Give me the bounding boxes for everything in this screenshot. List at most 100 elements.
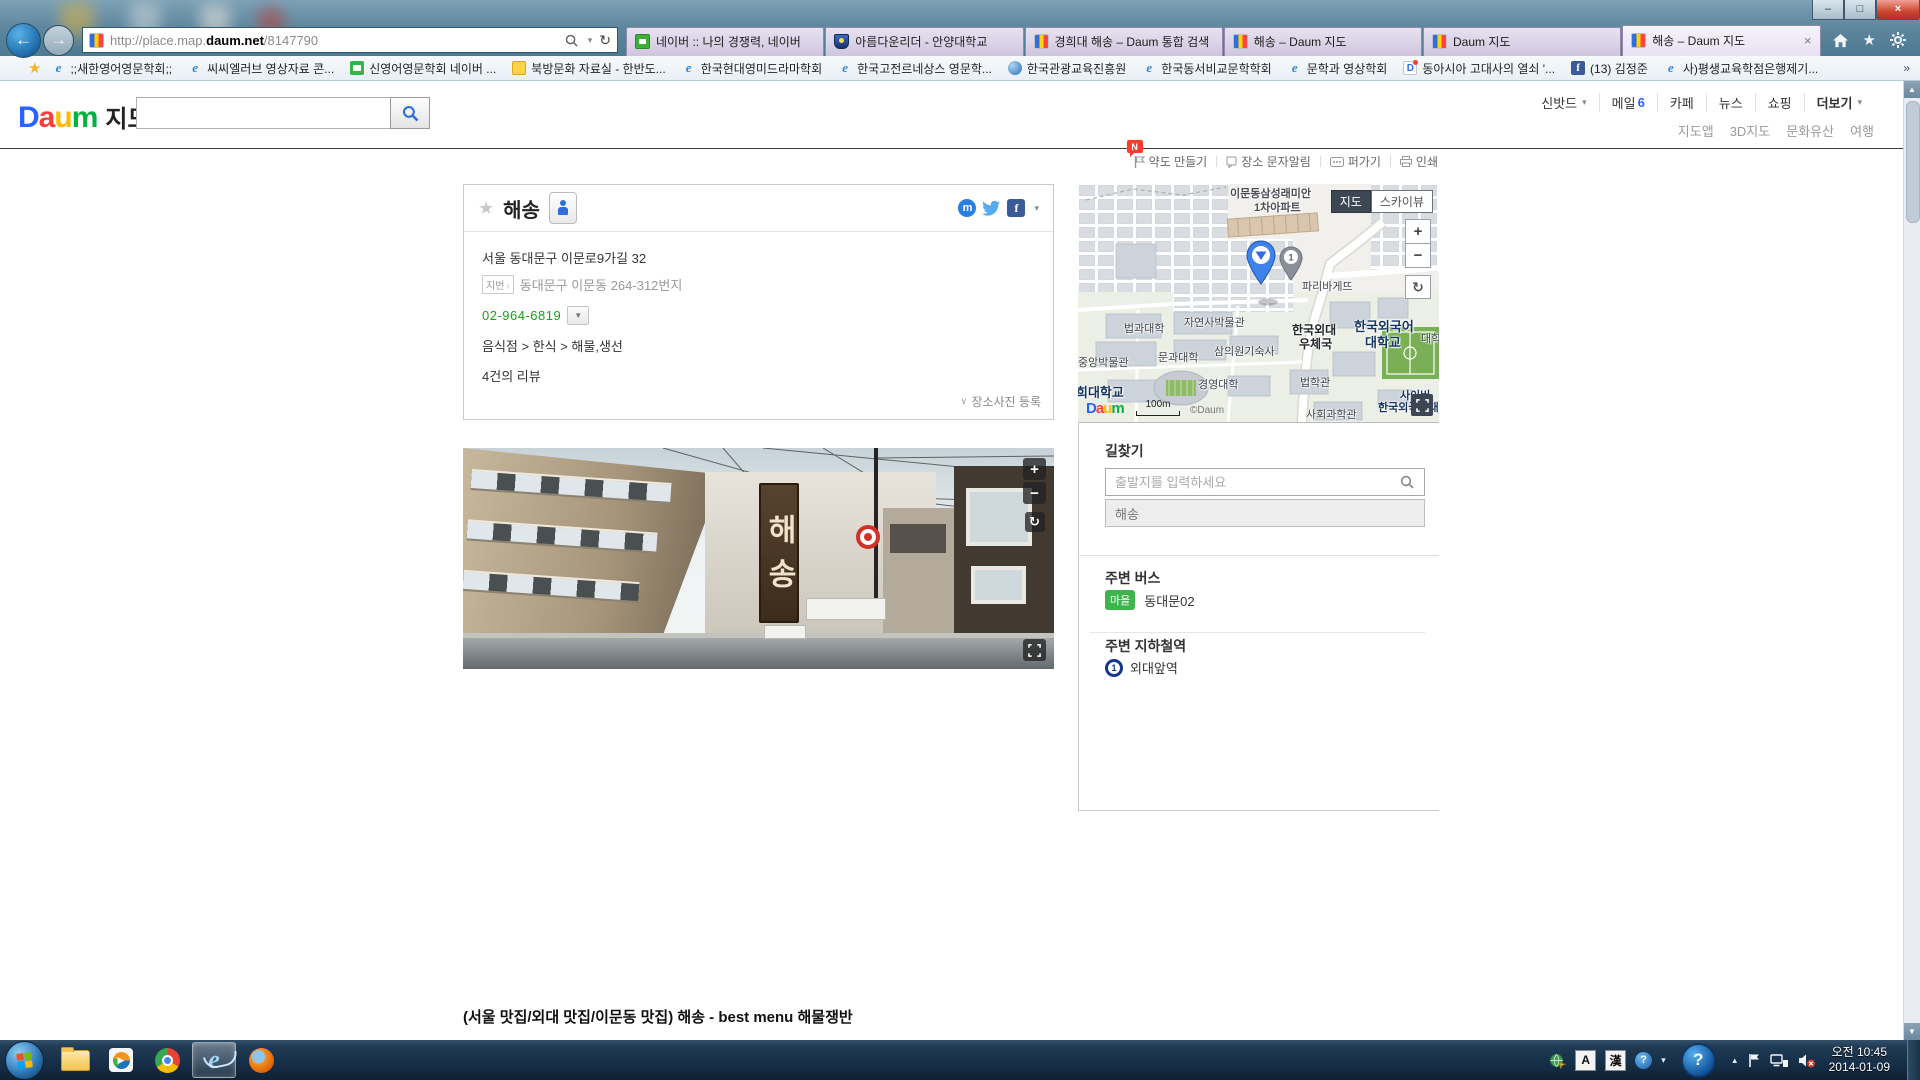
map-fullscreen-button[interactable]: [1411, 394, 1433, 416]
bus-route-name[interactable]: 동대문02: [1144, 591, 1194, 610]
search-icon[interactable]: [565, 34, 578, 47]
tab-daum-map-1[interactable]: 해송 – Daum 지도: [1224, 27, 1422, 56]
tab-close-icon[interactable]: ×: [1800, 33, 1812, 48]
url-text[interactable]: http://place.map.daum.net/8147790: [110, 33, 559, 48]
roadview-zoom-out-button[interactable]: −: [1023, 482, 1046, 504]
nav-more[interactable]: 더보기▾: [1804, 93, 1874, 112]
search-dropdown-icon[interactable]: ▾: [588, 35, 593, 46]
favorites-add-star-icon[interactable]: ★: [28, 59, 41, 77]
embed-link[interactable]: 퍼가기: [1330, 153, 1381, 170]
map-search-button[interactable]: [390, 97, 430, 129]
share-more-icon[interactable]: ▾: [1034, 203, 1039, 214]
nav-mail[interactable]: 메일6: [1599, 93, 1657, 112]
nav-shopping[interactable]: 쇼핑: [1755, 93, 1804, 112]
ime-alpha-button[interactable]: A: [1575, 1050, 1596, 1071]
nav-news[interactable]: 뉴스: [1706, 93, 1755, 112]
favorites-star-icon[interactable]: ★: [1863, 31, 1876, 49]
roadview-fullscreen-button[interactable]: [1023, 639, 1046, 661]
taskbar-clock[interactable]: 오전 10:45 2014-01-09: [1829, 1045, 1890, 1075]
map-button[interactable]: 지도: [1331, 190, 1371, 213]
scroll-down-button[interactable]: ▼: [1904, 1023, 1920, 1040]
language-bar-options-icon[interactable]: ▾: [1661, 1055, 1666, 1066]
map-refresh-button[interactable]: ↻: [1405, 275, 1431, 299]
show-hidden-icons-button[interactable]: ▲: [1731, 1056, 1739, 1065]
ie-taskbar-icon-active[interactable]: e: [192, 1042, 236, 1078]
nav-cafe[interactable]: 카페: [1657, 93, 1706, 112]
tab-anyang[interactable]: 아름다운리더 - 안양대학교: [825, 27, 1023, 56]
phone-dropdown-button[interactable]: ▼: [567, 306, 589, 325]
favorite-link[interactable]: 한국현대영미드라마학회: [682, 60, 822, 77]
help-tool-button[interactable]: ?: [1681, 1043, 1716, 1078]
mini-map[interactable]: 1 이문동삼성래미안 1차아파트 파리바게뜨 법과대학 자연사박물관 한국외대 …: [1078, 184, 1439, 423]
tab-active-haesong[interactable]: 해송 – Daum 지도×: [1622, 25, 1820, 56]
directions-destination-input[interactable]: [1105, 499, 1425, 527]
print-link[interactable]: 인쇄: [1400, 153, 1438, 170]
subway-station-name[interactable]: 외대앞역: [1130, 658, 1178, 677]
twitter-share-icon[interactable]: [982, 200, 1001, 216]
directions-start-input[interactable]: [1105, 468, 1425, 496]
roadview-zoom-in-button[interactable]: +: [1023, 458, 1046, 480]
volume-muted-icon[interactable]: [1798, 1053, 1816, 1068]
photo-register-link[interactable]: ∨ 장소사진 등록: [960, 393, 1041, 410]
favorite-link[interactable]: 신영어영문학회 네이버 ...: [350, 60, 496, 77]
favorite-link[interactable]: 사)평생교육학점은행제기...: [1664, 60, 1818, 77]
bus-route-row[interactable]: 마을 동대문02: [1105, 590, 1195, 610]
nav-sinbad[interactable]: 신밧드▾: [1529, 93, 1598, 112]
language-globe-icon[interactable]: [1549, 1052, 1566, 1069]
chrome-taskbar-icon[interactable]: [146, 1043, 188, 1077]
sms-link[interactable]: 장소 문자알림: [1226, 153, 1311, 170]
mypeople-share-icon[interactable]: m: [958, 199, 976, 217]
start-button[interactable]: [5, 1041, 44, 1080]
review-count[interactable]: 4건의 리뷰: [482, 366, 1035, 385]
subnav-mapapp[interactable]: 지도앱: [1678, 121, 1714, 140]
skyview-button[interactable]: 스카이뷰: [1371, 190, 1433, 213]
favorite-link[interactable]: 북방문화 자료실 - 한반도...: [512, 60, 665, 77]
media-player-taskbar-icon[interactable]: ▶: [100, 1043, 142, 1077]
minimize-button[interactable]: –: [1812, 0, 1844, 20]
network-icon[interactable]: [1770, 1053, 1789, 1068]
map-search-input[interactable]: [136, 97, 390, 129]
home-icon[interactable]: [1832, 33, 1849, 48]
scroll-up-button[interactable]: ▲: [1904, 81, 1920, 98]
favorite-link[interactable]: 한국동서비교문학학회: [1142, 60, 1271, 77]
subway-station-pin[interactable]: 1: [1278, 246, 1304, 282]
roadview-photo[interactable]: 해송 + − ↻: [463, 448, 1054, 669]
favorite-link[interactable]: 동아시아 고대사의 열쇠 '...: [1403, 60, 1555, 77]
subnav-heritage[interactable]: 문화유산: [1786, 121, 1834, 140]
ime-hanja-button[interactable]: 漢: [1605, 1050, 1626, 1071]
favorite-link[interactable]: 문학과 영상학회: [1288, 60, 1388, 77]
page-scrollbar[interactable]: ▲ ▼: [1903, 81, 1920, 1040]
favorite-link[interactable]: 한국관광교육진흥원: [1008, 60, 1126, 77]
favorite-link[interactable]: 한국고전르네상스 영문학...: [838, 60, 992, 77]
close-button[interactable]: ×: [1876, 0, 1920, 20]
facebook-share-icon[interactable]: f: [1007, 199, 1025, 217]
map-sketch-link[interactable]: 약도 만들기: [1134, 153, 1208, 170]
show-desktop-button[interactable]: [1907, 1040, 1920, 1080]
favorite-link[interactable]: ;;새한영어영문학회;;: [51, 60, 172, 77]
maximize-button[interactable]: □: [1844, 0, 1876, 20]
subnav-travel[interactable]: 여행: [1850, 121, 1874, 140]
ime-help-button[interactable]: ?: [1635, 1052, 1652, 1069]
search-icon[interactable]: [1400, 475, 1414, 489]
favorite-link[interactable]: 씨씨엘러브 영상자료 콘...: [188, 60, 334, 77]
action-center-flag-icon[interactable]: [1748, 1053, 1761, 1068]
phone-number[interactable]: 02-964-6819: [482, 308, 561, 323]
bookmark-star-icon[interactable]: ★: [478, 198, 494, 219]
firefox-taskbar-icon[interactable]: [240, 1043, 282, 1077]
refresh-icon[interactable]: ↻: [599, 32, 611, 49]
explorer-taskbar-icon[interactable]: [54, 1043, 96, 1077]
daum-logo[interactable]: Daum 지도: [18, 99, 150, 135]
forward-button[interactable]: →: [43, 25, 74, 56]
roadview-refresh-button[interactable]: ↻: [1025, 512, 1045, 532]
scrollbar-thumb[interactable]: [1906, 101, 1920, 223]
tab-daum-search[interactable]: 경희대 해송 – Daum 통합 검색: [1025, 27, 1223, 56]
map-zoom-out-button[interactable]: −: [1405, 243, 1431, 268]
map-zoom-in-button[interactable]: +: [1405, 219, 1431, 244]
place-pin[interactable]: [1244, 240, 1278, 286]
back-button[interactable]: ←: [6, 23, 41, 58]
favorite-link[interactable]: (13) 김정준: [1571, 60, 1648, 77]
favorites-overflow-chevron[interactable]: »: [1903, 61, 1910, 75]
address-bar[interactable]: http://place.map.daum.net/8147790 ▾ ↻: [82, 27, 618, 53]
roadview-button[interactable]: [549, 192, 577, 224]
tab-naver[interactable]: 네이버 :: 나의 경쟁력, 네이버: [626, 27, 824, 56]
